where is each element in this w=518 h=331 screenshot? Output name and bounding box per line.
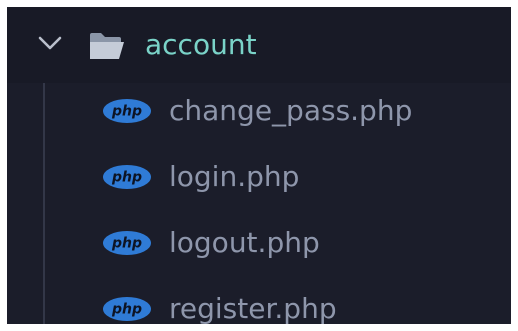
file-explorer-panel: account php change_pass.php php login.ph…	[7, 7, 511, 324]
svg-text:php: php	[111, 104, 142, 120]
folder-label: account	[145, 28, 257, 61]
file-label: register.php	[169, 292, 337, 324]
file-label: login.php	[169, 160, 300, 193]
file-item-register[interactable]: php register.php	[7, 281, 511, 324]
file-item-logout[interactable]: php logout.php	[7, 215, 511, 281]
file-list: php change_pass.php php login.php php lo…	[7, 83, 511, 324]
svg-text:php: php	[111, 236, 142, 252]
php-icon: php	[103, 231, 151, 255]
svg-text:php: php	[111, 302, 142, 318]
php-icon: php	[103, 297, 151, 321]
file-item-login[interactable]: php login.php	[7, 149, 511, 215]
php-icon: php	[103, 99, 151, 123]
php-icon: php	[103, 165, 151, 189]
svg-text:php: php	[111, 170, 142, 186]
file-label: change_pass.php	[169, 94, 413, 127]
folder-row-account[interactable]: account	[7, 7, 511, 83]
file-label: logout.php	[169, 226, 320, 259]
chevron-down-icon[interactable]	[37, 33, 63, 53]
file-item-change-pass[interactable]: php change_pass.php	[7, 83, 511, 149]
folder-open-icon	[90, 33, 124, 59]
